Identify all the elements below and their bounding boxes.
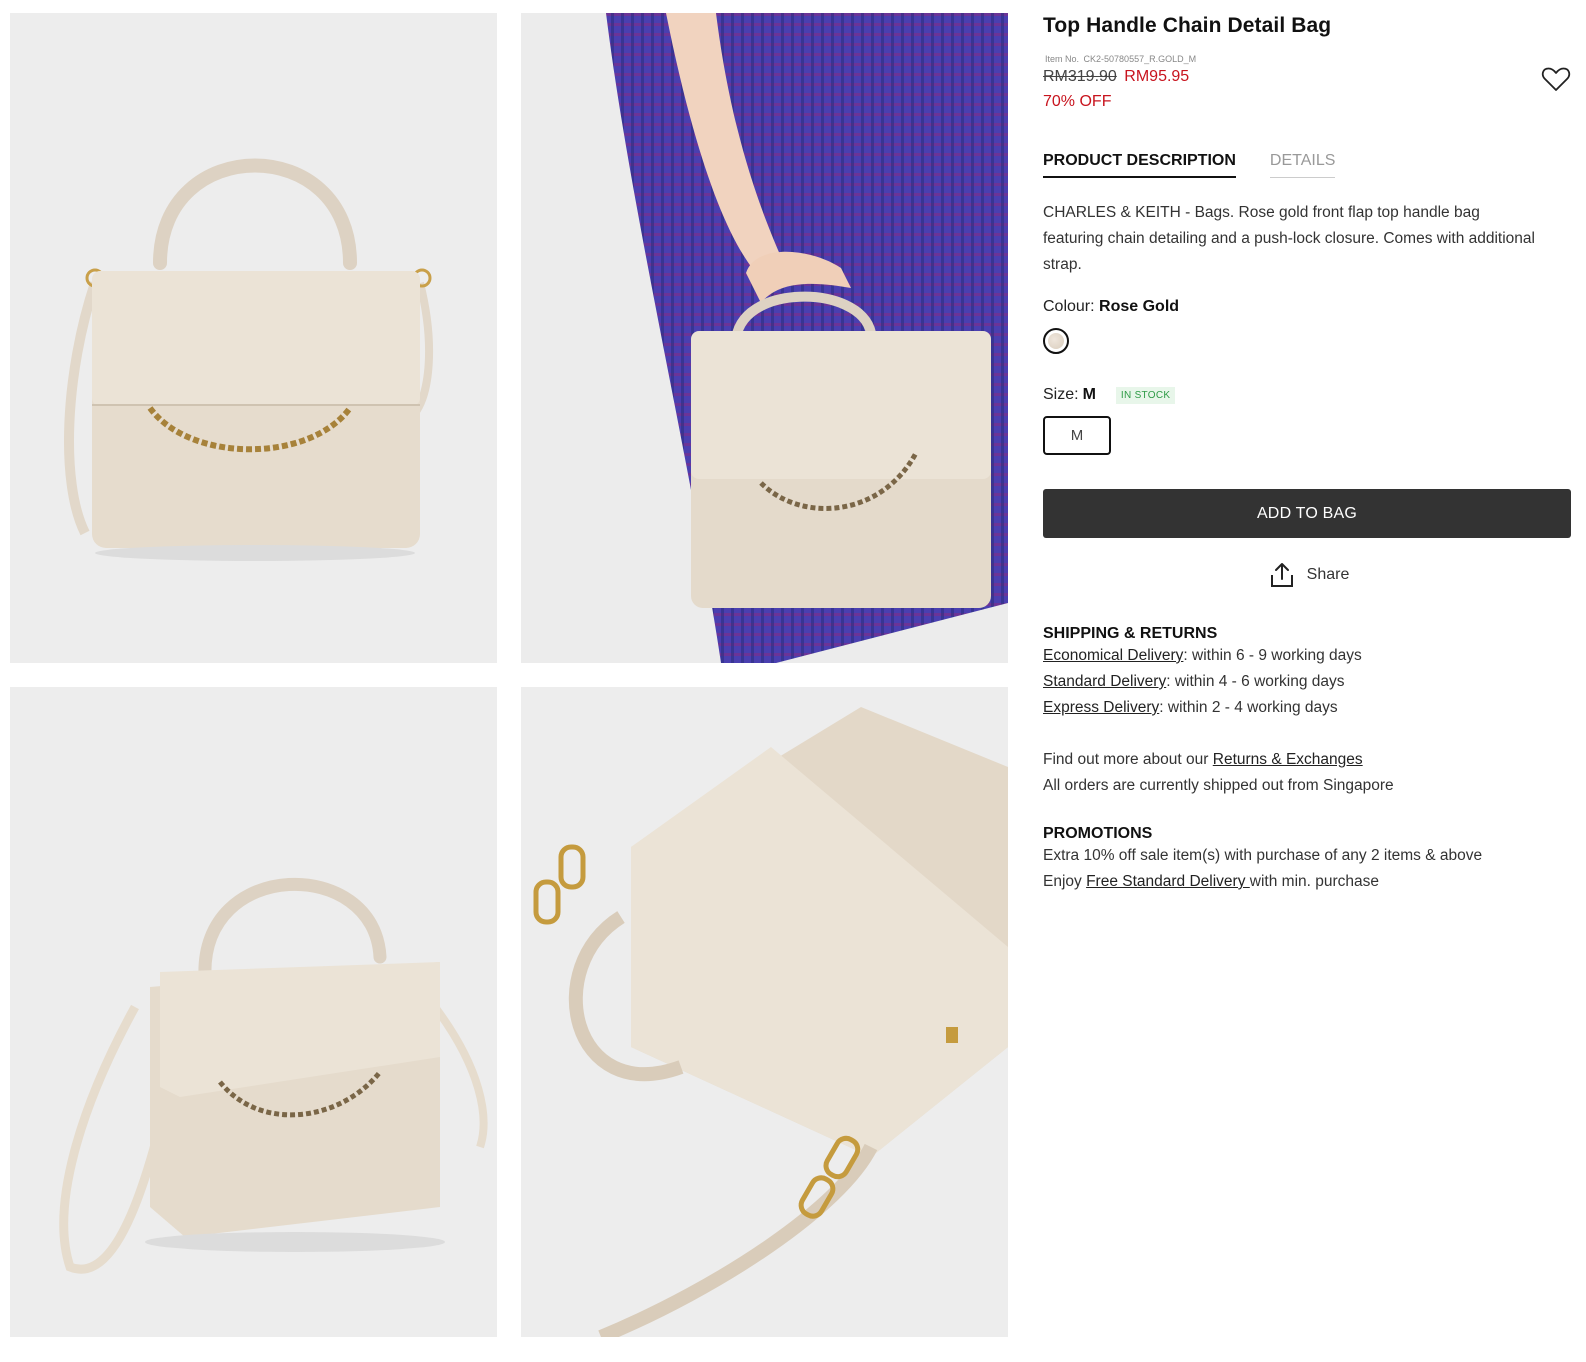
express-delivery-link[interactable]: Express Delivery — [1043, 699, 1159, 716]
product-image-angle[interactable] — [10, 687, 497, 1337]
wishlist-heart-icon[interactable] — [1541, 64, 1571, 94]
original-price: RM319.90 — [1043, 68, 1117, 85]
shipping-option-economical: Economical Delivery: within 6 - 9 workin… — [1043, 643, 1571, 669]
shipping-option-text: : within 4 - 6 working days — [1166, 673, 1345, 690]
size-selector: Size: M IN STOCK — [1043, 386, 1571, 404]
discount-badge: 70% OFF — [1043, 93, 1112, 110]
colour-value: Rose Gold — [1099, 298, 1180, 315]
product-image-front[interactable] — [10, 13, 497, 663]
free-standard-delivery-link[interactable]: Free Standard Delivery — [1086, 873, 1250, 890]
size-value: M — [1082, 386, 1096, 403]
size-option-m[interactable]: M — [1043, 416, 1111, 455]
shipping-option-standard: Standard Delivery: within 4 - 6 working … — [1043, 669, 1571, 695]
product-gallery — [10, 13, 1020, 1353]
returns-exchanges-link[interactable]: Returns & Exchanges — [1213, 751, 1363, 768]
colour-swatch-rose-gold[interactable] — [1043, 328, 1069, 354]
promotion-prefix: Enjoy — [1043, 873, 1087, 890]
promotion-line-1: Extra 10% off sale item(s) with purchase… — [1043, 847, 1483, 864]
shipping-option-express: Express Delivery: within 2 - 4 working d… — [1043, 695, 1571, 721]
share-label: Share — [1306, 566, 1350, 583]
info-tabs: PRODUCT DESCRIPTION DETAILS — [1043, 152, 1571, 178]
bag-front-illustration — [10, 13, 497, 663]
product-image-detail[interactable] — [521, 687, 1008, 1337]
product-info-panel: Top Handle Chain Detail Bag Item No. CK2… — [1043, 10, 1571, 895]
add-to-bag-button[interactable]: ADD TO BAG — [1043, 489, 1571, 538]
tab-product-description[interactable]: PRODUCT DESCRIPTION — [1043, 152, 1236, 178]
tab-details[interactable]: DETAILS — [1269, 152, 1336, 178]
promotions-heading: PROMOTIONS — [1043, 825, 1153, 842]
bag-model-illustration — [521, 13, 1008, 663]
product-description: CHARLES & KEITH - Bags. Rose gold front … — [1043, 204, 1535, 273]
economical-delivery-link[interactable]: Economical Delivery — [1043, 647, 1183, 664]
size-label: Size: — [1043, 386, 1079, 403]
share-icon — [1270, 563, 1293, 587]
share-button[interactable]: Share — [1043, 561, 1571, 589]
stock-badge: IN STOCK — [1115, 386, 1176, 404]
item-number-label: Item No. — [1045, 54, 1080, 64]
promotion-line-2: Enjoy Free Standard Delivery with min. p… — [1043, 869, 1571, 895]
shipping-option-text: : within 6 - 9 working days — [1183, 647, 1362, 664]
colour-selector: Colour: Rose Gold — [1043, 298, 1571, 316]
swatch-fill — [1048, 333, 1064, 349]
item-number-value: CK2-50780557_R.GOLD_M — [1083, 54, 1197, 64]
shipped-from-note: All orders are currently shipped out fro… — [1043, 777, 1394, 794]
bag-angle-illustration — [10, 687, 497, 1337]
promotion-suffix: with min. purchase — [1249, 873, 1380, 890]
standard-delivery-link[interactable]: Standard Delivery — [1043, 673, 1166, 690]
item-number: Item No. CK2-50780557_R.GOLD_M — [1043, 54, 1571, 64]
colour-label: Colour: — [1043, 298, 1095, 315]
product-title: Top Handle Chain Detail Bag — [1043, 14, 1332, 37]
bag-detail-illustration — [521, 687, 1008, 1337]
price-row: RM319.90 RM95.95 — [1043, 68, 1571, 86]
shipping-heading: SHIPPING & RETURNS — [1043, 625, 1218, 642]
returns-line: Find out more about our Returns & Exchan… — [1043, 747, 1571, 773]
sale-price: RM95.95 — [1124, 68, 1190, 85]
shipping-option-text: : within 2 - 4 working days — [1159, 699, 1338, 716]
returns-prefix: Find out more about our — [1043, 751, 1213, 768]
product-image-model[interactable] — [521, 13, 1008, 663]
